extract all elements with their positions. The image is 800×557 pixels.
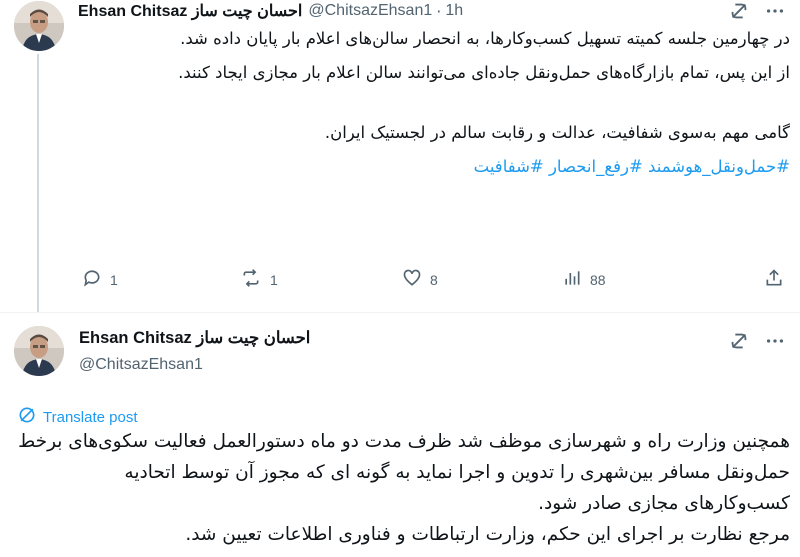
translate-label: Translate post [43, 408, 138, 426]
tweet-paragraph: از این پس، تمام بازارگاه‌های حمل‌ونقل جا… [178, 63, 790, 82]
tweet-paragraph: گامی مهم به‌سوی شفافیت، عدالت و رقابت سا… [324, 123, 790, 142]
share-icon [764, 268, 784, 291]
author-handle[interactable]: @ChitsazEhsan1 [308, 2, 432, 20]
timestamp[interactable]: 1h [445, 2, 463, 20]
hashtag-links[interactable]: #حمل‌ونقل_هوشمند #رفع_انحصار #شفافیت [90, 150, 790, 184]
tweet-1[interactable]: Ehsan Chitsaz احسان چیت ساز @ChitsazEhsa… [0, 0, 800, 312]
like-icon [402, 268, 422, 291]
reply-icon [82, 268, 102, 291]
author-name[interactable]: Ehsan Chitsaz احسان چیت ساز [78, 1, 302, 21]
share-button[interactable] [764, 268, 784, 291]
views-icon [562, 268, 582, 291]
tweet-top-icons [728, 330, 786, 356]
avatar[interactable] [14, 326, 64, 376]
views-count: 88 [590, 271, 606, 288]
tweet-text: در چهارمین جلسه کمیته تسهیل کسب‌وکارها، … [90, 22, 790, 184]
tweet-paragraph: در چهارمین جلسه کمیته تسهیل کسب‌وکارها، … [180, 29, 790, 48]
grok-icon[interactable] [728, 330, 750, 356]
repost-button[interactable]: 1 [240, 268, 278, 291]
separator-dot: · [436, 1, 442, 21]
like-count: 8 [430, 271, 438, 288]
author-name[interactable]: Ehsan Chitsaz احسان چیت ساز [79, 328, 310, 348]
tweet-text: همچنین وزارت راه و شهرسازی موظف شد ظرف م… [14, 426, 790, 550]
avatar[interactable] [14, 1, 64, 51]
reply-button[interactable]: 1 [82, 268, 118, 291]
repost-count: 1 [270, 271, 278, 288]
tweet-paragraph: مرجع نظارت بر اجرای این حکم، وزارت ارتبا… [185, 524, 790, 545]
tweet-paragraph [90, 90, 790, 116]
tweet-header: Ehsan Chitsaz احسان چیت ساز @ChitsazEhsa… [78, 0, 463, 22]
like-button[interactable]: 8 [402, 268, 438, 291]
tweet-paragraph: همچنین وزارت راه و شهرسازی موظف شد ظرف م… [18, 431, 790, 514]
action-bar: 1 1 8 88 [78, 268, 790, 298]
divider [0, 312, 800, 313]
repost-icon [240, 268, 262, 291]
reply-count: 1 [110, 271, 118, 288]
views-button[interactable]: 88 [562, 268, 606, 291]
thread-line [37, 54, 39, 312]
more-icon[interactable] [764, 330, 786, 356]
author-handle[interactable]: @ChitsazEhsan1 [79, 356, 203, 374]
